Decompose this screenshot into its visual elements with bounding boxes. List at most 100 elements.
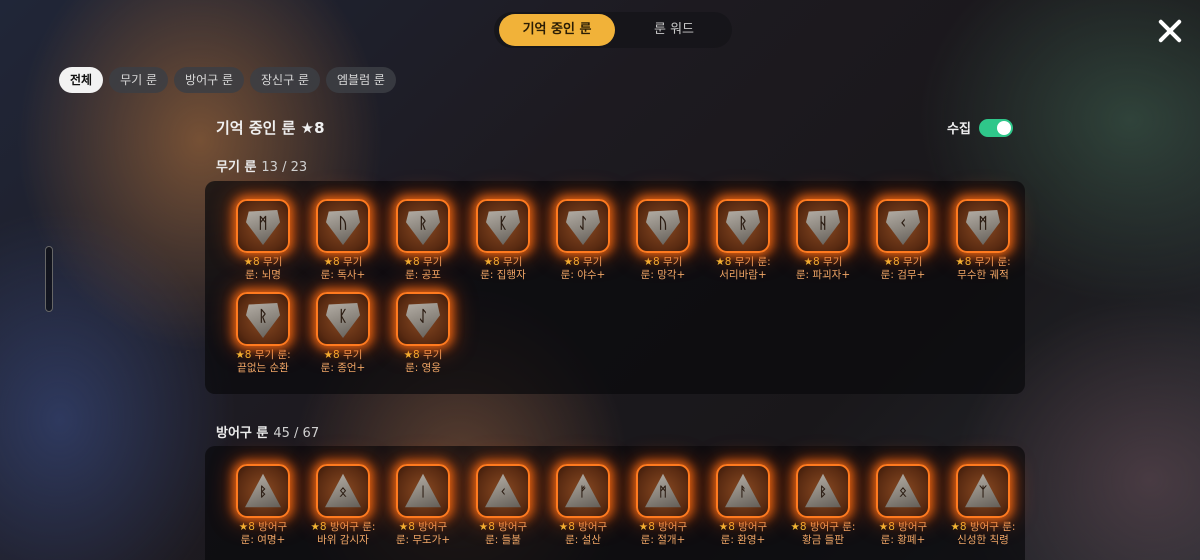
rune-card[interactable]: ᚨ ★8 방어구 룬: 환영+ [707,464,779,547]
close-icon[interactable] [1156,17,1184,45]
rune-glyph: ᛕ [498,214,508,232]
rune-caption-line1: ★8 무기 [227,256,299,269]
rune-caption: ★8 방어구 룬: 황금 들판 [787,521,859,547]
filter-weapon[interactable]: 무기 룬 [109,67,169,93]
rune-glyph: ᛗ [978,214,988,232]
rune-card[interactable]: ᚱ ★8 무기 룬: 공포 [387,199,459,282]
rune-card[interactable]: ᛟ ★8 방어구 룬: 바위 감시자 [307,464,379,547]
rune-caption-line1: ★8 무기 [867,256,939,269]
rune-card[interactable]: ᚺ ★8 무기 룬: 파괴자+ [787,199,859,282]
rune-glyph: ᚱ [258,307,268,325]
rune-card[interactable]: ᚲ ★8 방어구 룬: 들불 [467,464,539,547]
rune-caption: ★8 무기 룬: 망각+ [627,256,699,282]
rune-card[interactable]: ᚱ ★8 무기 룬: 끝없는 순환 [227,292,299,375]
rune-card[interactable]: ᛇ ★8 무기 룬: 영웅 [387,292,459,375]
rune-card[interactable]: ᛕ ★8 무기 룬: 종언+ [307,292,379,375]
rune-card[interactable]: ᛗ ★8 방어구 룬: 절개+ [627,464,699,547]
filter-armor[interactable]: 방어구 룬 [174,67,245,93]
rune-caption: ★8 방어구 룬: 환영+ [707,521,779,547]
rune-card[interactable]: ᛕ ★8 무기 룬: 집행자 [467,199,539,282]
collect-label: 수집 [947,122,971,137]
rune-caption: ★8 무기 룬: 무수한 궤적 [947,256,1019,282]
scrollbar[interactable] [45,246,53,312]
rune-star: ★8 [323,256,340,268]
rune-caption-line1: ★8 무기 [627,256,699,269]
rune-star: ★8 [955,256,972,268]
rune-card[interactable]: ᛟ ★8 방어구 룬: 황폐+ [867,464,939,547]
tab-rune-words[interactable]: 룬 워드 [619,14,729,46]
rune-card[interactable]: ᛗ ★8 무기 룬: 뇌명 [227,199,299,282]
rune-name: 서리바람+ [719,269,767,281]
rune-caption-line1: ★8 무기 [467,256,539,269]
rune-type: 방어구 [498,521,528,533]
tab-remembered-runes[interactable]: 기억 중인 룬 [499,14,615,46]
rune-caption-line1: ★8 방어구 [387,521,459,534]
rune-caption: ★8 방어구 룬: 황폐+ [867,521,939,547]
rune-glyph: ᚨ [739,485,747,500]
rune-type: 무기 [503,256,523,268]
rune-glyph: ᛇ [418,307,428,325]
rune-name: 바위 감시자 [317,534,369,546]
rune-glyph: ᛕ [338,307,348,325]
rune-glyph: ᛟ [339,485,347,500]
rune-caption-line1: ★8 무기 룬: [227,349,299,362]
rune-name: 룬: 들불 [485,534,521,546]
rune-card[interactable]: ᛁ ★8 방어구 룬: 무도가+ [387,464,459,547]
page-title: 기억 중인 룬 ★8 [216,119,325,137]
rune-card[interactable]: ᚢ ★8 무기 룬: 망각+ [627,199,699,282]
rune-name: 룬: 파괴자+ [795,269,851,281]
rune-card[interactable]: ᚢ ★8 무기 룬: 독사+ [307,199,379,282]
rune-star: ★8 [563,256,580,268]
filter-accessory[interactable]: 장신구 룬 [250,67,320,93]
armor-rune-grid: ᛒ ★8 방어구 룬: 여명+ ᛟ ★8 방어구 룬: 바위 감시자 ᛁ ★8 방어구 룬: 무… [227,464,1019,547]
rune-type: 무기 [263,256,283,268]
rune-glyph: ᛇ [578,214,588,232]
filter-emblem[interactable]: 엠블럼 룬 [326,67,396,93]
rune-star: ★8 [883,256,900,268]
rune-type: 무기 룬: [254,349,291,361]
rune-caption-line1: ★8 방어구 [227,521,299,534]
rune-name: 룬: 공포 [405,269,441,281]
rune-star: ★8 [638,521,655,533]
rune-type: 방어구 [578,521,608,533]
rune-icon: ᛁ [396,464,450,518]
rune-type: 무기 룬: [974,256,1011,268]
rune-name: 신성한 칙령 [957,534,1009,546]
rune-glyph: ᛒ [819,485,827,500]
rune-caption-line1: ★8 무기 [307,256,379,269]
rune-glyph: ᚱ [418,214,428,232]
rune-name: 룬: 여명+ [240,534,286,546]
section-title-weapon: 무기 룬 13 / 23 [216,156,307,175]
rune-card[interactable]: ᛒ ★8 방어구 룬: 황금 들판 [787,464,859,547]
rune-card[interactable]: ᚱ ★8 무기 룬: 서리바람+ [707,199,779,282]
collect-toggle[interactable] [978,118,1013,137]
rune-card[interactable]: ᚠ ★8 방어구 룬: 설산 [547,464,619,547]
rune-name: 룬: 황폐+ [880,534,926,546]
rune-icon: ᛇ [556,199,610,253]
rune-type: 방어구 [658,521,688,533]
rune-card[interactable]: ᚲ ★8 무기 룬: 검무+ [867,199,939,282]
section-count: 45 / 67 [273,426,320,441]
rune-card[interactable]: ᛉ ★8 방어구 룬: 신성한 칙령 [947,464,1019,547]
rune-caption: ★8 무기 룬: 독사+ [307,256,379,282]
rune-star: ★8 [403,349,420,361]
section-title-armor: 방어구 룬 45 / 67 [216,422,319,441]
filter-all[interactable]: 전체 [59,67,104,93]
rune-caption: ★8 방어구 룬: 바위 감시자 [307,521,379,547]
rune-type: 방어구 룬: [329,521,376,533]
rune-name: 룬: 검무+ [880,269,926,281]
rune-card[interactable]: ᛇ ★8 무기 룬: 야수+ [547,199,619,282]
rune-caption: ★8 무기 룬: 끝없는 순환 [227,349,299,375]
rune-icon: ᚨ [716,464,770,518]
rune-star: ★8 [310,521,327,533]
top-tab-bar: 기억 중인 룬 룬 워드 [494,12,732,48]
rune-type: 방어구 룬: [969,521,1016,533]
rune-card[interactable]: ᛗ ★8 무기 룬: 무수한 궤적 [947,199,1019,282]
rune-type: 무기 [823,256,843,268]
rune-name: 룬: 영웅 [405,362,441,374]
rune-caption: ★8 방어구 룬: 신성한 칙령 [947,521,1019,547]
rune-icon: ᚢ [636,199,690,253]
armor-rune-panel: ᛒ ★8 방어구 룬: 여명+ ᛟ ★8 방어구 룬: 바위 감시자 ᛁ ★8 방어구 룬: 무… [205,446,1025,560]
rune-name: 룬: 설산 [565,534,601,546]
rune-card[interactable]: ᛒ ★8 방어구 룬: 여명+ [227,464,299,547]
